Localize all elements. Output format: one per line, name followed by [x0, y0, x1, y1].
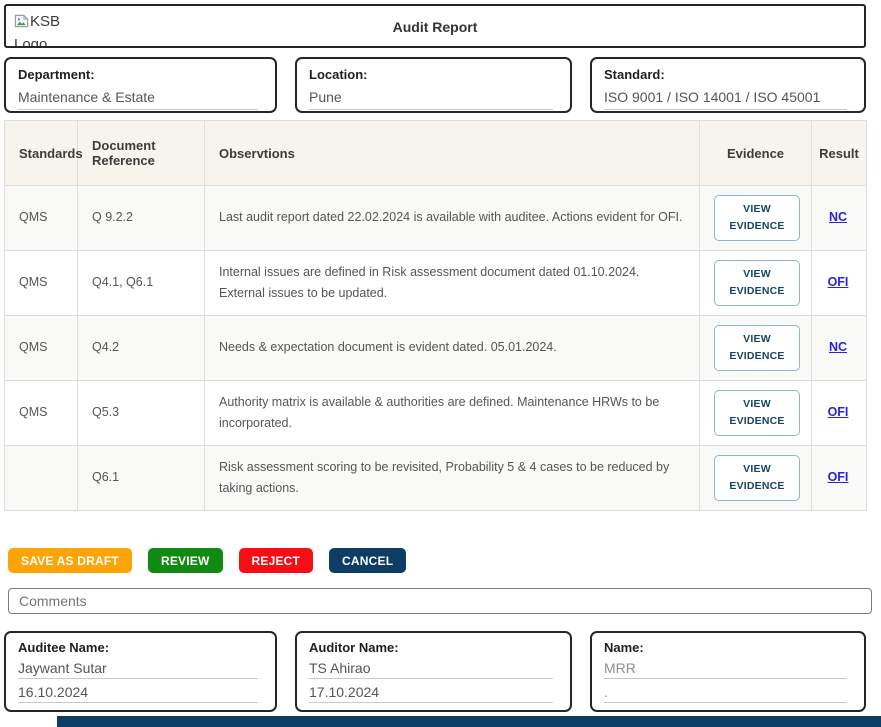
view-evidence-button[interactable]: VIEW EVIDENCE [714, 195, 800, 241]
auditee-name-label: Auditee Name: [18, 640, 263, 655]
info-fields-row: Department: Maintenance & Estate Locatio… [4, 57, 877, 113]
result-link[interactable]: OFI [828, 470, 849, 484]
name-date-field[interactable]: . [604, 684, 847, 703]
comments-input[interactable] [8, 588, 872, 614]
auditor-name-label: Auditor Name: [309, 640, 558, 655]
standard-cell: QMS [5, 316, 78, 381]
department-label: Department: [18, 67, 263, 82]
auditee-box: Auditee Name: Jaywant Sutar 16.10.2024 [4, 631, 277, 712]
footer-bar [57, 716, 881, 727]
doc-ref-cell: Q6.1 [78, 446, 205, 511]
auditor-name-field[interactable]: TS Ahirao [309, 660, 553, 679]
auditee-date-field[interactable]: 16.10.2024 [18, 684, 258, 703]
col-header-evidence: Evidence [700, 121, 812, 186]
table-row: Q6.1 Risk assessment scoring to be revis… [5, 446, 867, 511]
department-box: Department: Maintenance & Estate [4, 57, 277, 113]
result-link[interactable]: NC [829, 210, 847, 224]
col-header-standards: Standards [5, 121, 78, 186]
observation-cell: Needs & expectation document is evident … [205, 316, 700, 381]
table-row: QMS Q5.3 Authority matrix is available &… [5, 381, 867, 446]
reject-button[interactable]: REJECT [239, 548, 314, 573]
doc-ref-cell: Q4.1, Q6.1 [78, 251, 205, 316]
standard-field[interactable]: ISO 9001 / ISO 14001 / ISO 45001 [604, 89, 847, 110]
report-header: KSB Logo Audit Report [4, 4, 866, 48]
table-header-row: Standards Document Reference Observtions… [5, 121, 867, 186]
doc-ref-cell: Q5.3 [78, 381, 205, 446]
standard-cell: QMS [5, 251, 78, 316]
name-label: Name: [604, 640, 852, 655]
view-evidence-button[interactable]: VIEW EVIDENCE [714, 260, 800, 306]
standard-cell [5, 446, 78, 511]
auditor-date-field[interactable]: 17.10.2024 [309, 684, 553, 703]
result-link[interactable]: OFI [828, 405, 849, 419]
observation-cell: Last audit report dated 22.02.2024 is av… [205, 186, 700, 251]
result-link[interactable]: NC [829, 340, 847, 354]
observation-cell: Risk assessment scoring to be revisited,… [205, 446, 700, 511]
location-box: Location: Pune [295, 57, 572, 113]
col-header-document-reference: Document Reference [78, 121, 205, 186]
doc-ref-cell: Q 9.2.2 [78, 186, 205, 251]
table-row: QMS Q4.1, Q6.1 Internal issues are defin… [5, 251, 867, 316]
review-button[interactable]: REVIEW [148, 548, 223, 573]
col-header-result: Result [812, 121, 867, 186]
view-evidence-button[interactable]: VIEW EVIDENCE [714, 390, 800, 436]
standard-label: Standard: [604, 67, 852, 82]
department-field[interactable]: Maintenance & Estate [18, 89, 258, 110]
table-row: QMS Q 9.2.2 Last audit report dated 22.0… [5, 186, 867, 251]
signatures-row: Auditee Name: Jaywant Sutar 16.10.2024 A… [4, 631, 877, 712]
mrr-box: Name: MRR . [590, 631, 866, 712]
page-title: Audit Report [6, 19, 864, 35]
location-label: Location: [309, 67, 558, 82]
action-buttons-row: SAVE AS DRAFT REVIEW REJECT CANCEL [8, 548, 881, 573]
standard-cell: QMS [5, 381, 78, 446]
table-row: QMS Q4.2 Needs & expectation document is… [5, 316, 867, 381]
save-as-draft-button[interactable]: SAVE AS DRAFT [8, 548, 132, 573]
doc-ref-cell: Q4.2 [78, 316, 205, 381]
auditee-name-field[interactable]: Jaywant Sutar [18, 660, 258, 679]
standard-cell: QMS [5, 186, 78, 251]
observation-cell: Internal issues are defined in Risk asse… [205, 251, 700, 316]
view-evidence-button[interactable]: VIEW EVIDENCE [714, 455, 800, 501]
col-header-observations: Observtions [205, 121, 700, 186]
standard-box: Standard: ISO 9001 / ISO 14001 / ISO 450… [590, 57, 866, 113]
name-field[interactable]: MRR [604, 660, 847, 679]
location-field[interactable]: Pune [309, 89, 553, 110]
observation-cell: Authority matrix is available & authorit… [205, 381, 700, 446]
cancel-button[interactable]: CANCEL [329, 548, 406, 573]
view-evidence-button[interactable]: VIEW EVIDENCE [714, 325, 800, 371]
auditor-box: Auditor Name: TS Ahirao 17.10.2024 [295, 631, 572, 712]
audit-report-page: KSB Logo Audit Report Department: Mainte… [0, 4, 881, 712]
result-link[interactable]: OFI [828, 275, 849, 289]
observations-table: Standards Document Reference Observtions… [4, 120, 867, 511]
